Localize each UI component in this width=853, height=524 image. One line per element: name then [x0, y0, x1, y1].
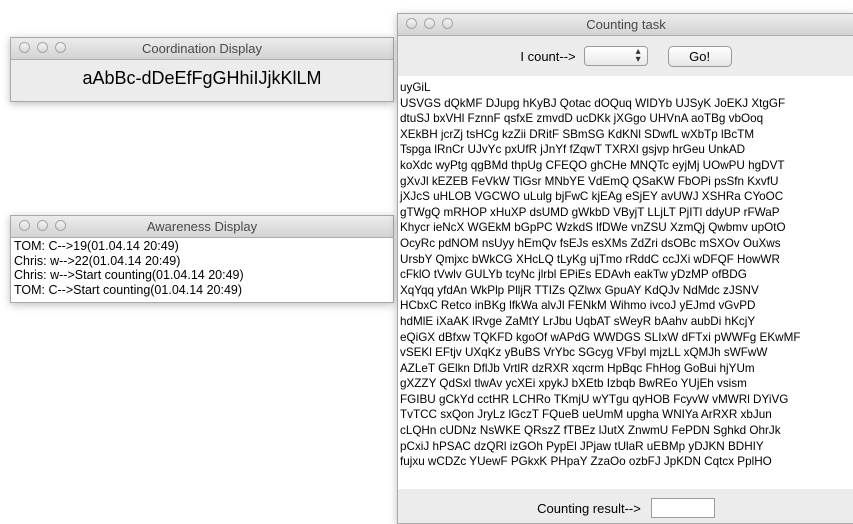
letter-line: TvTCC sxQon JryLz lGczT FQueB ueUmM upgh…	[400, 408, 772, 422]
letter-line: uyGiL	[400, 81, 431, 94]
letter-line: gXvJl kEZEB FeVkW TlGsr MNbYE VdEmQ QSaK…	[400, 174, 779, 188]
letter-line: cFklO tVwlv GULYb tcyNc jlrbl EPiEs EDAv…	[400, 268, 747, 282]
log-entry: Chris: w-->Start counting(01.04.14 20:49…	[14, 268, 244, 282]
letter-line: fujxu wCDZc YUewF PGkxK PHpaY ZzaOo ozbF…	[400, 455, 772, 469]
count-letter-select[interactable]: ▴ ▾	[583, 46, 648, 66]
letter-line: USVGS dQkMF DJupg hKyBJ Qotac dOQuq WIDY…	[400, 96, 786, 110]
letter-line: dtuSJ bxVHl FznnF qsfxE zmvdD ucDKk jXGg…	[400, 112, 764, 126]
go-button[interactable]: Go!	[667, 45, 732, 67]
letters-text-area[interactable]: uyGiL USVGS dQkMF DJupg hKyBJ Qotac dOQu…	[398, 76, 853, 489]
letter-line: UrsbY Qmjxc bWkCG XHcLQ tLyKg ujTmo rRdd…	[400, 252, 780, 266]
letter-line: XqYqq yfdAn WkPlp PlljR TTIZs QZlwx GpuA…	[400, 283, 759, 297]
letter-line: vSEKl EFtjv UXqKz yBuBS VrYbc SGcyg VFby…	[400, 346, 768, 360]
letter-line: Khycr ieNcX WGEkM bGpPC WzkdS lfDWe vnZS…	[400, 221, 786, 235]
awareness-display-window: Awareness Display TOM: C-->19(01.04.14 2…	[10, 215, 394, 303]
awareness-window-title: Awareness Display	[146, 219, 258, 234]
log-entry: Chris: w-->22(01.04.14 20:49)	[14, 253, 181, 268]
awareness-titlebar[interactable]: Awareness Display	[11, 216, 393, 238]
letter-line: cLQHn cUDNz NsWKE QRszZ fTBEz lJutX Znwm…	[400, 424, 781, 438]
letter-line: gXZZY QdSxl tlwAv ycXEi xpykJ bXEtb Izbq…	[400, 377, 747, 391]
letter-line: eQiGX dBfxw TQKFD kgoOf wAPdG WWDGS SLIx…	[400, 330, 801, 344]
count-controls: I count--> ▴ ▾ Go!	[398, 36, 853, 76]
letter-line: gTWgQ mRHOP xHuXP dsUMD gWkbD VByjT LLjL…	[400, 205, 780, 219]
letter-line: pCxiJ hPSAC dzQRl izGOh PypEl JPjaw tUla…	[400, 439, 764, 453]
count-label: I count-->	[520, 48, 576, 64]
result-row: Counting result-->	[398, 489, 853, 523]
letter-line: Tspga lRnCr UJvYc pxUfR jJnYf fZqwT TXRX…	[400, 143, 746, 157]
result-input[interactable]	[650, 498, 715, 518]
result-label: Counting result-->	[537, 500, 641, 516]
counting-window-title: Counting task	[586, 17, 666, 32]
coordination-display-window: Coordination Display aAbBc-dDeEfFgGHhiIJ…	[10, 37, 394, 102]
counting-titlebar[interactable]: Counting task	[398, 14, 853, 36]
log-entry: TOM: C-->Start counting(01.04.14 20:49)	[14, 282, 243, 297]
letter-line: jXJcS uHLOB VGCWO uLulg bjFwC kjEAg eSjE…	[400, 190, 784, 204]
log-entry: TOM: C-->19(01.04.14 20:49)	[14, 239, 179, 253]
letter-line: HCbxC Retco inBKg lfkWa alvJl FENkM Wihm…	[400, 299, 756, 313]
letter-line: XEkBH jcrZj tsHCg kzZii DRitF SBmSG KdKN…	[400, 127, 755, 141]
letter-line: OcyRc pdNOM nsUyy hEmQv fsEJs esXMs ZdZr…	[400, 236, 781, 250]
letter-line: AZLeT GElkn DflJb VrtlR dzRXR xqcrm HpBq…	[400, 361, 755, 375]
coordination-window-title: Coordination Display	[142, 41, 262, 56]
letter-line: FGIBU gCkYd cctHR LCHRo TKmjU wYTgu qyHO…	[400, 392, 789, 406]
letter-line: hdMlE iXaAK lRvge ZaMtY LrJbu UqbAT sWey…	[400, 314, 756, 328]
select-stepper-icon: ▴ ▾	[635, 46, 641, 65]
counting-task-window: Counting task I count--> ▴ ▾ Go! uyGiL US…	[397, 13, 853, 524]
letter-line: koXdc wyPtg qgBMd thpUg CFEQO ghCHe MNQT…	[400, 158, 785, 172]
awareness-log: TOM: C-->19(01.04.14 20:49) Chris: w-->2…	[11, 238, 393, 302]
coordination-sequence: aAbBc-dDeEfFgGHhiIJjkKlLM	[82, 68, 322, 88]
coordination-titlebar[interactable]: Coordination Display	[11, 38, 393, 60]
